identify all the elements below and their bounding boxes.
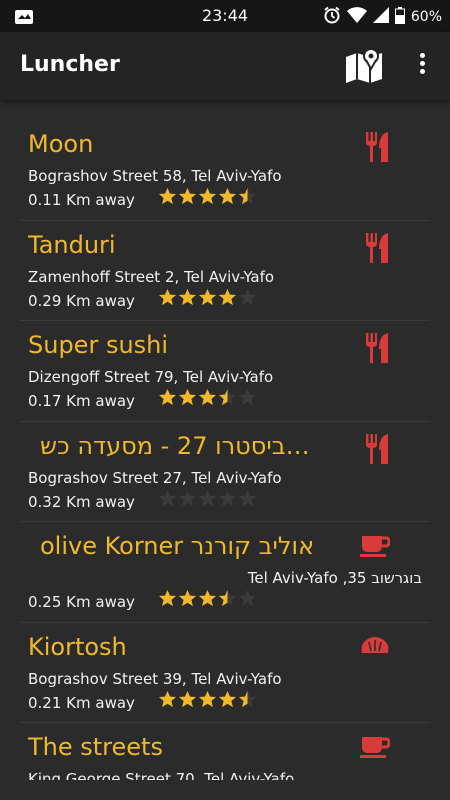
coffee-icon [360,534,391,562]
star-icon [218,388,237,406]
star-icon [198,589,217,607]
star-icon [238,388,257,406]
signal-icon [372,7,389,27]
restaurant-name: Tanduri [28,230,116,259]
list-item[interactable]: …ביסטרו 27 - מסעדה כש Bograshov Street 2… [20,422,430,522]
list-item[interactable]: Tanduri Zamenhoff Street 2, Tel Aviv-Yaf… [20,221,430,321]
star-icon [178,489,197,506]
restaurant-icon [364,132,390,166]
star-icon [178,589,197,607]
star-icon [238,489,257,506]
restaurant-address: Zamenhoff Street 2, Tel Aviv-Yafo [28,267,275,286]
restaurant-icon [364,232,390,267]
battery-icon [394,6,405,28]
app-bar: Luncher [0,32,450,100]
star-icon [178,690,197,707]
rating-stars [158,388,257,407]
restaurant-distance: 0.32 Km away [28,492,135,511]
star-icon [218,690,237,707]
star-icon [218,187,237,205]
restaurant-distance: 0.21 Km away [28,693,135,712]
restaurant-name: …ביסטרו 27 - מסעדה כש [40,431,310,460]
star-icon [218,589,237,607]
star-icon [238,187,257,205]
restaurant-address: בוגרשוב 35, Tel Aviv-Yafo [247,569,422,587]
star-icon [158,187,177,205]
star-icon [238,288,257,305]
restaurant-icon [364,333,390,367]
coffee-icon [360,735,391,763]
restaurant-name: The streets [28,733,163,761]
map-icon[interactable] [344,47,384,89]
star-icon [158,589,177,607]
star-icon [218,489,237,506]
list-item[interactable]: The streets King George Street 70, Tel A… [20,723,430,780]
star-icon [158,690,177,707]
star-icon [198,690,217,707]
restaurant-list: Moon Bograshov Street 58, Tel Aviv-Yafo … [20,120,430,780]
star-icon [158,489,177,506]
restaurant-address: Dizengoff Street 79, Tel Aviv-Yafo [28,368,274,386]
rating-stars [158,690,257,709]
bakery-icon [360,635,390,659]
star-icon [178,388,197,406]
restaurant-name: Moon [28,130,94,158]
star-icon [178,187,197,205]
app-title: Luncher [20,52,120,77]
star-icon [158,388,177,406]
star-icon [198,288,217,305]
restaurant-icon [364,433,390,468]
rating-stars [158,589,257,608]
restaurant-address: Bograshov Street 58, Tel Aviv-Yafo [28,167,282,185]
rating-stars [158,288,257,307]
star-icon [198,187,217,205]
star-icon [198,388,217,406]
restaurant-name: Super sushi [28,331,169,359]
wifi-icon [346,7,367,27]
list-item[interactable]: Kiortosh Bograshov Street 39, Tel Aviv-Y… [20,623,430,723]
restaurant-distance: 0.25 Km away [28,593,135,611]
list-item[interactable]: olive Korner אוליב קורנר בוגרשוב 35, Tel… [20,522,430,623]
star-icon [238,589,257,607]
restaurant-distance: 0.11 Km away [28,191,135,209]
star-icon [238,690,257,707]
restaurant-name: Kiortosh [28,632,127,661]
rating-stars [158,489,257,508]
restaurant-name: olive Korner אוליב קורנר [40,532,315,560]
star-icon [158,288,177,305]
star-icon [178,288,197,305]
list-item[interactable]: Moon Bograshov Street 58, Tel Aviv-Yafo … [20,120,430,221]
star-icon [218,288,237,305]
alarm-icon [323,6,341,28]
restaurant-distance: 0.29 Km away [28,291,135,310]
list-item[interactable]: Super sushi Dizengoff Street 79, Tel Avi… [20,321,430,422]
restaurant-address: Bograshov Street 27, Tel Aviv-Yafo [28,468,282,487]
rating-stars [158,187,257,206]
restaurant-distance: 0.17 Km away [28,392,135,410]
star-icon [198,489,217,506]
status-bar: 23:44 60% [0,0,450,32]
overflow-menu-icon[interactable] [414,50,430,80]
battery-percentage: 60% [410,9,442,25]
restaurant-address: Bograshov Street 39, Tel Aviv-Yafo [28,669,282,688]
restaurant-address: King George Street 70, Tel Aviv-Yafo [28,770,295,780]
